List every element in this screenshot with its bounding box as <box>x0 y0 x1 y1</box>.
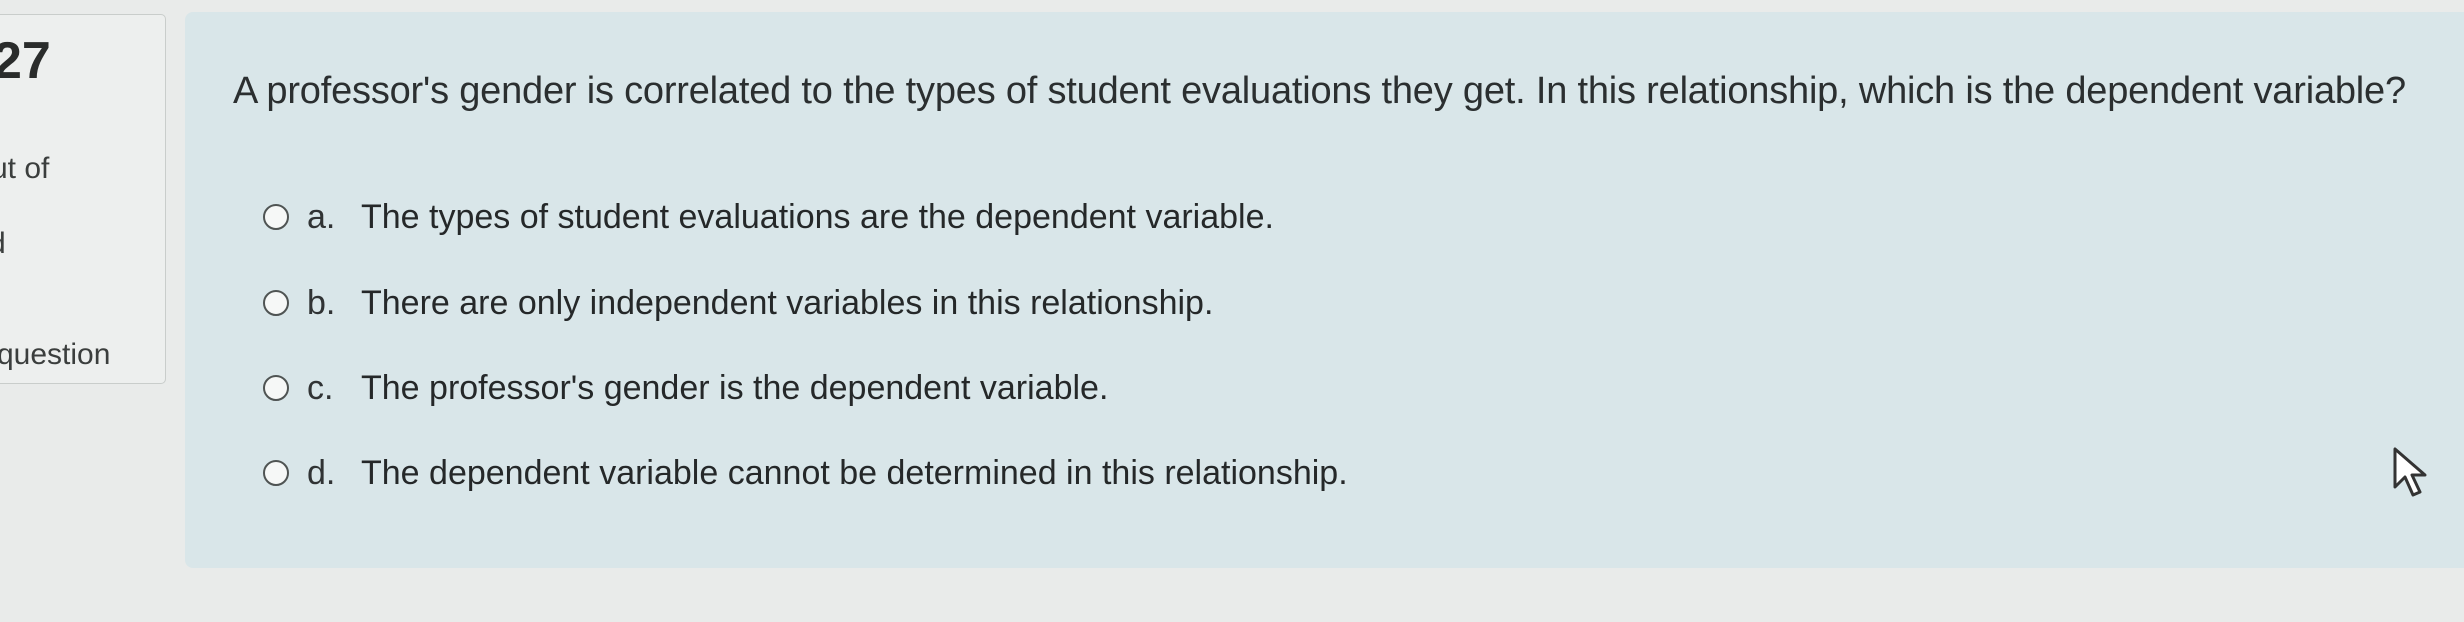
radio-button-icon[interactable] <box>263 375 289 401</box>
mouse-pointer-icon <box>2393 447 2427 497</box>
option-letter: b. <box>307 283 336 322</box>
question-info-panel: 27 d ut of question <box>0 14 166 384</box>
question-mark: d <box>0 227 6 261</box>
option-d[interactable]: d. The dependent variable cannot be dete… <box>263 451 1348 495</box>
option-text: The professor's gender is the dependent … <box>361 368 1109 407</box>
flag-question-button[interactable]: question <box>0 338 110 372</box>
answer-options: a. The types of student evaluations are … <box>263 12 1763 568</box>
question-card: A professor's gender is correlated to th… <box>185 12 2464 568</box>
option-b[interactable]: b. There are only independent variables … <box>263 281 1213 325</box>
option-letter: a. <box>307 197 336 236</box>
option-text: There are only independent variables in … <box>361 283 1214 322</box>
radio-button-icon[interactable] <box>263 204 289 230</box>
option-text: The types of student evaluations are the… <box>361 197 1274 236</box>
radio-button-icon[interactable] <box>263 290 289 316</box>
radio-button-icon[interactable] <box>263 460 289 486</box>
question-number: 27 <box>0 32 51 90</box>
option-text: The dependent variable cannot be determi… <box>361 453 1348 492</box>
option-letter: d. <box>307 453 336 492</box>
question-status: ut of <box>0 152 50 185</box>
option-letter: c. <box>307 368 334 407</box>
option-c[interactable]: c. The professor's gender is the depende… <box>263 366 1108 410</box>
option-a[interactable]: a. The types of student evaluations are … <box>263 195 1274 239</box>
